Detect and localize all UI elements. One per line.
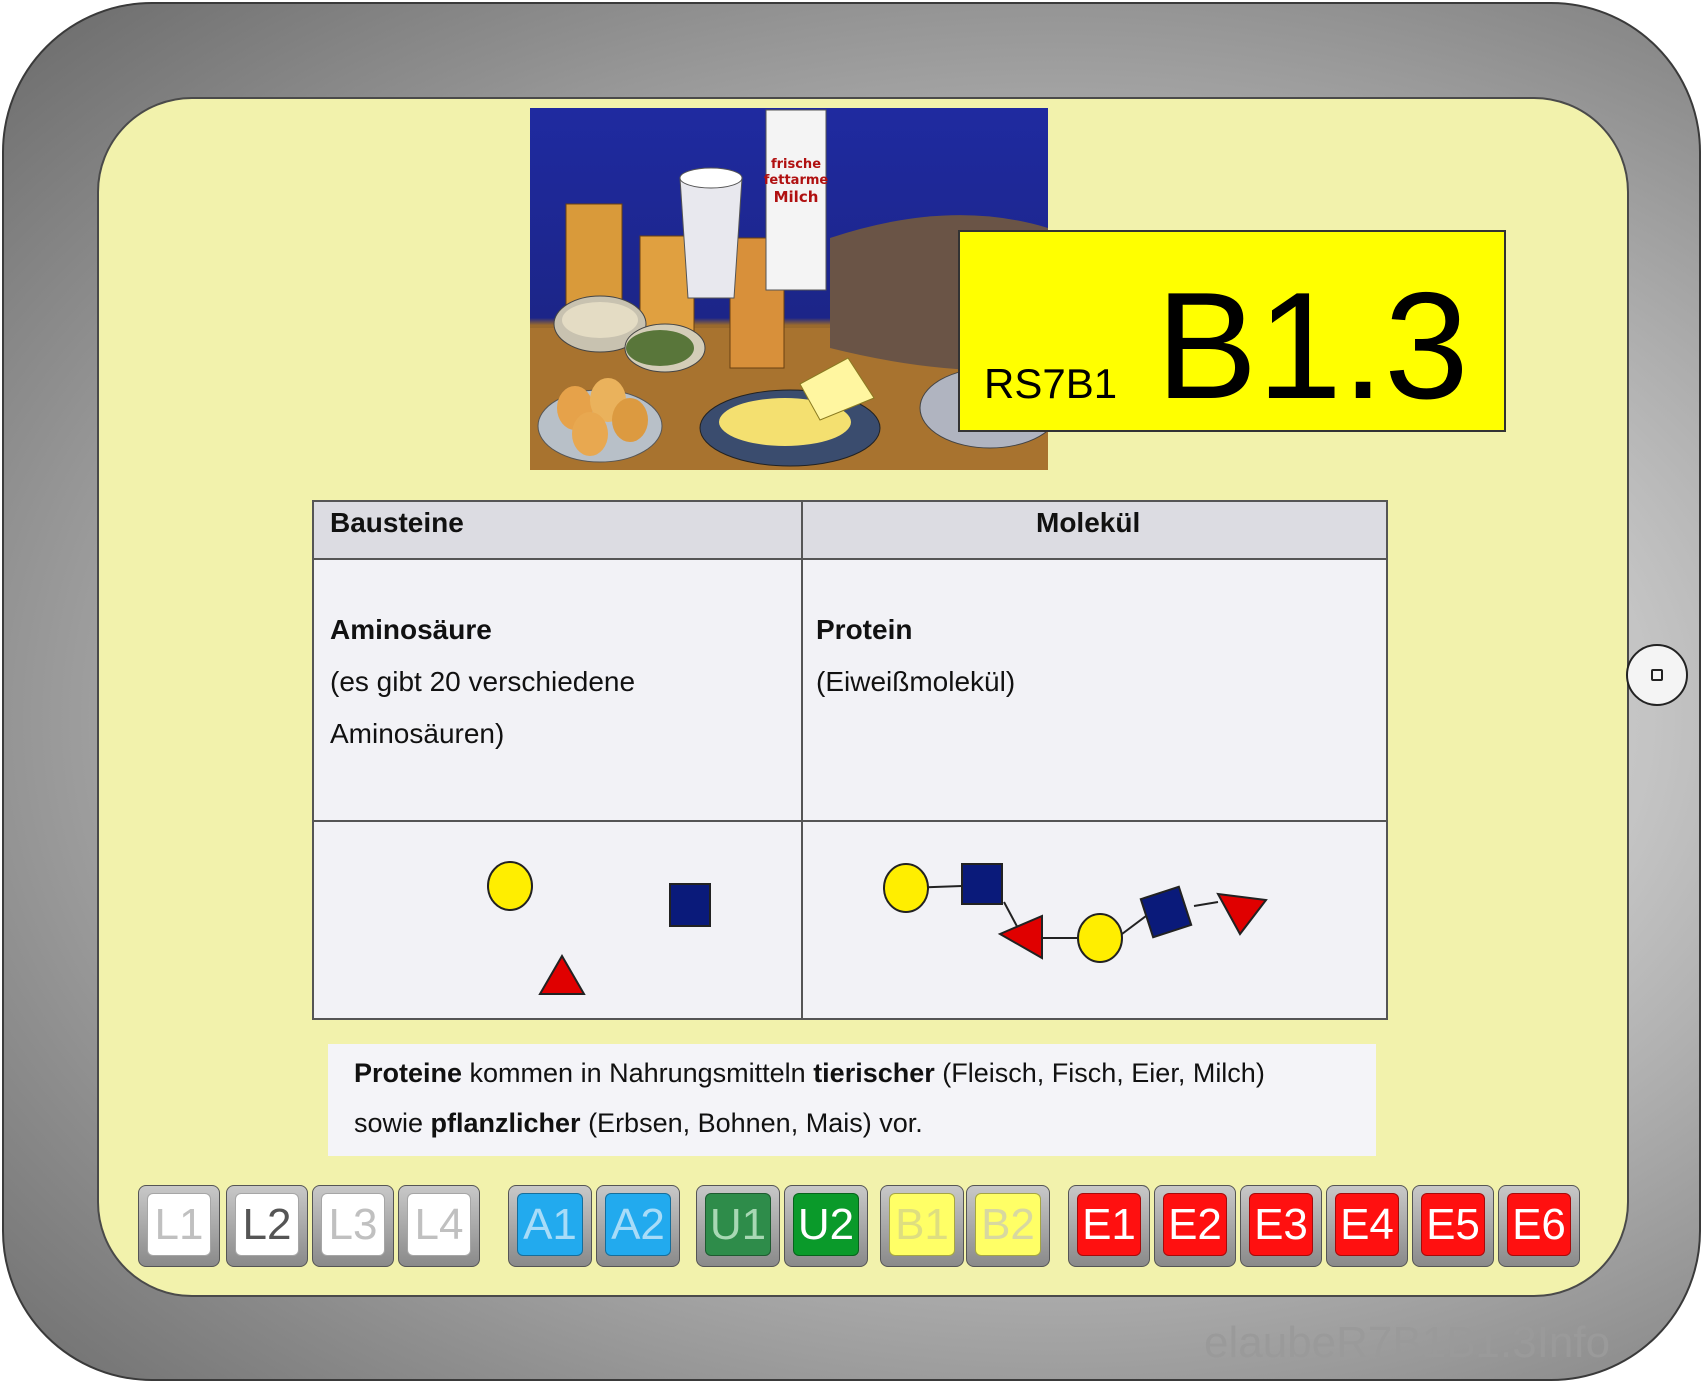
home-square-icon — [1651, 669, 1663, 681]
nav-button-label: L1 — [154, 1199, 204, 1249]
nav-button-face: E1 — [1077, 1193, 1141, 1256]
summary-bold-pflanzlicher: pflanzlicher — [430, 1108, 581, 1138]
nav-button-label: A1 — [523, 1199, 577, 1249]
nav-button-face: E3 — [1249, 1193, 1313, 1256]
table-header-bausteine: Bausteine — [330, 507, 464, 538]
nav-button-face: U1 — [705, 1193, 771, 1256]
nav-button-e4[interactable]: E4 — [1326, 1185, 1408, 1267]
summary-text-1: kommen in Nahrungsmitteln — [462, 1058, 814, 1088]
nav-button-label: E4 — [1340, 1199, 1394, 1249]
protein-table: Bausteine Molekül Aminosäure (es gibt 20… — [312, 500, 1388, 1020]
nav-button-l1[interactable]: L1 — [138, 1185, 220, 1267]
protein-circle-2 — [1077, 913, 1123, 963]
nav-button-label: A2 — [611, 1199, 665, 1249]
nav-button-e6[interactable]: E6 — [1498, 1185, 1580, 1267]
nav-button-face: E2 — [1163, 1193, 1227, 1256]
content-code-prefix: RS7B1 — [984, 360, 1118, 407]
nav-button-label: L2 — [242, 1199, 292, 1249]
nav-button-l3[interactable]: L3 — [312, 1185, 394, 1267]
nav-button-a2[interactable]: A2 — [596, 1185, 680, 1267]
nav-button-label: E1 — [1082, 1199, 1136, 1249]
protein-triangle-1 — [997, 914, 1043, 960]
nav-button-label: E3 — [1254, 1199, 1308, 1249]
amino-triangle-shape — [538, 954, 586, 995]
nav-button-u1[interactable]: U1 — [696, 1185, 780, 1267]
nav-button-label: L3 — [328, 1199, 378, 1249]
nav-button-face: B1 — [889, 1193, 955, 1256]
summary-line-1: Proteine kommen in Nahrungsmitteln tieri… — [354, 1058, 1265, 1089]
svg-text:fettarme: fettarme — [764, 173, 829, 188]
nav-button-face: A2 — [605, 1193, 671, 1256]
nav-button-label: L4 — [414, 1199, 464, 1249]
nav-button-label: B1 — [895, 1199, 949, 1249]
summary-line-2: sowie pflanzlicher (Erbsen, Bohnen, Mais… — [354, 1108, 923, 1139]
nav-button-face: L3 — [321, 1193, 385, 1256]
summary-text-3: sowie — [354, 1108, 431, 1138]
nav-button-face: L4 — [407, 1193, 471, 1256]
nav-button-b1[interactable]: B1 — [880, 1185, 964, 1267]
svg-text:frische: frische — [771, 157, 821, 172]
summary-bold-proteine: Proteine — [354, 1058, 463, 1088]
nav-button-u2[interactable]: U2 — [784, 1185, 868, 1267]
footer-label: elaubeR7B1B1.3Info — [1204, 1318, 1611, 1367]
content-code-badge: RS7B1 B1.3 — [958, 230, 1506, 432]
molecule-diagram — [487, 861, 1268, 995]
protein-triangle-2 — [1216, 892, 1268, 936]
nav-button-l2[interactable]: L2 — [226, 1185, 308, 1267]
nav-button-face: E4 — [1335, 1193, 1399, 1256]
nav-button-label: E5 — [1426, 1199, 1480, 1249]
svg-text:Milch: Milch — [774, 188, 819, 206]
nav-button-e3[interactable]: E3 — [1240, 1185, 1322, 1267]
nav-button-label: U1 — [709, 1199, 767, 1249]
nav-button-l4[interactable]: L4 — [398, 1185, 480, 1267]
summary-bold-tierischer: tierischer — [813, 1058, 935, 1088]
table-header-row — [314, 502, 1386, 560]
cell-protein-title: Protein — [816, 614, 913, 645]
nav-button-face: L2 — [235, 1193, 299, 1256]
nav-button-face: U2 — [793, 1193, 859, 1256]
summary-text-2: (Fleisch, Fisch, Eier, Milch) — [934, 1058, 1265, 1088]
table-header-molekuel: Molekül — [1036, 507, 1141, 538]
nav-button-b2[interactable]: B2 — [966, 1185, 1050, 1267]
nav-button-label: E6 — [1512, 1199, 1566, 1249]
nav-button-label: B2 — [981, 1199, 1035, 1249]
cell-aminosaeure-line-2: Aminosäuren) — [330, 718, 505, 749]
nav-button-face: A1 — [517, 1193, 583, 1256]
protein-square-2 — [1139, 885, 1193, 939]
nav-button-label: E2 — [1168, 1199, 1222, 1249]
amino-square-shape — [669, 883, 711, 927]
nav-button-e2[interactable]: E2 — [1154, 1185, 1236, 1267]
nav-button-e1[interactable]: E1 — [1068, 1185, 1150, 1267]
nav-button-label: U2 — [797, 1199, 855, 1249]
cell-protein-line-1: (Eiweißmolekül) — [816, 666, 1016, 697]
home-button[interactable] — [1626, 644, 1688, 706]
nav-button-a1[interactable]: A1 — [508, 1185, 592, 1267]
cell-aminosaeure-line-1: (es gibt 20 verschiedene — [330, 666, 636, 697]
summary-note: Proteine kommen in Nahrungsmitteln tieri… — [328, 1044, 1376, 1156]
content-code-main: B1.3 — [1156, 261, 1469, 431]
summary-text-4: (Erbsen, Bohnen, Mais) vor. — [580, 1108, 923, 1138]
nav-button-face: B2 — [975, 1193, 1041, 1256]
cell-aminosaeure-title: Aminosäure — [330, 614, 492, 645]
amino-circle-shape — [487, 861, 533, 911]
nav-button-face: E5 — [1421, 1193, 1485, 1256]
nav-button-face: E6 — [1507, 1193, 1571, 1256]
nav-button-face: L1 — [147, 1193, 211, 1256]
nav-button-e5[interactable]: E5 — [1412, 1185, 1494, 1267]
protein-circle-1 — [883, 863, 929, 913]
protein-square-1 — [961, 863, 1003, 905]
